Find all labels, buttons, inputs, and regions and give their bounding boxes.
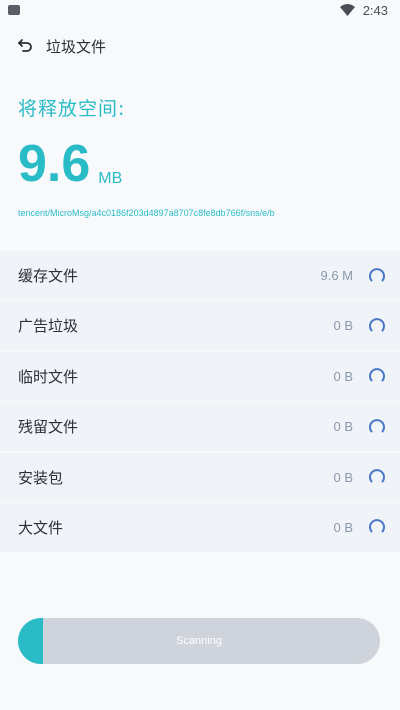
category-label: 大文件 [18,518,64,537]
back-button[interactable] [14,35,36,57]
category-label: 临时文件 [18,367,79,386]
category-size: 0 B [333,469,353,485]
loading-spinner-icon [368,518,386,536]
category-size: 0 B [333,419,353,435]
app-bar: 垃圾文件 [0,28,400,64]
loading-spinner-icon [368,468,386,486]
category-row-ads[interactable]: 广告垃圾 0 B [0,301,400,351]
category-size: 9.6 M [320,268,353,283]
scan-progress-label: Scanning [176,635,222,647]
notification-square-icon [8,5,20,15]
loading-spinner-icon [368,418,386,436]
category-size: 0 B [333,318,353,334]
category-label: 残留文件 [18,418,79,437]
back-arrow-icon [17,37,33,56]
category-row-apk[interactable]: 安装包 0 B [0,452,400,502]
category-row-residual[interactable]: 残留文件 0 B [0,402,400,452]
status-right-group: 2:43 [339,1,388,20]
wifi-icon [339,1,355,20]
release-size-value: 9.6 [18,135,91,193]
category-size: 0 B [333,519,353,535]
junk-category-list: 缓存文件 9.6 M 广告垃圾 0 B 临时文件 0 B 残留文件 0 B 安装… [0,251,400,553]
scan-path: tencent/MicroMsg/a4c0186f203d4897a8707c8… [18,208,275,218]
category-label: 缓存文件 [18,267,79,285]
category-row-large-files[interactable]: 大文件 0 B [0,502,400,552]
loading-spinner-icon [368,367,386,385]
loading-spinner-icon [368,267,386,285]
category-size: 0 B [333,368,353,384]
release-space-label: 将释放空间: [18,98,126,120]
page-title: 垃圾文件 [46,37,107,56]
category-row-temp[interactable]: 临时文件 0 B [0,351,400,401]
status-bar: 2:43 [0,0,400,20]
release-size: 9.6 MB [18,136,122,192]
release-size-unit: MB [98,170,123,187]
scan-progress-button[interactable]: Scanning [18,618,380,664]
category-label: 安装包 [18,468,64,487]
loading-spinner-icon [368,317,386,335]
category-row-cache[interactable]: 缓存文件 9.6 M [0,251,400,300]
category-label: 广告垃圾 [18,317,79,336]
status-time: 2:43 [362,2,388,18]
